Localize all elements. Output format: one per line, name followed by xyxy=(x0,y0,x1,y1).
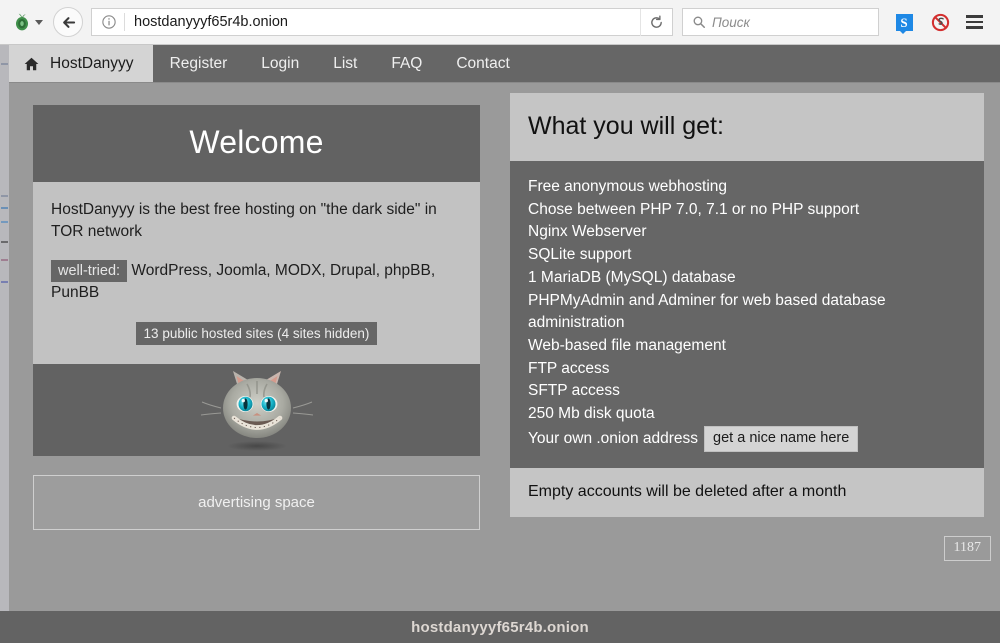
onion-address-text: Your own .onion address xyxy=(528,430,698,447)
chevron-down-icon xyxy=(35,20,43,25)
reload-button[interactable] xyxy=(640,9,672,36)
well-tried-line: well-tried: WordPress, Joomla, MODX, Dru… xyxy=(51,260,462,304)
feature-item: 250 Mb disk quota xyxy=(528,403,966,426)
tor-onion-icon xyxy=(12,12,32,32)
nav-item-home[interactable]: HostDanyyy xyxy=(9,45,153,82)
browser-toolbar: hostdanyyyf65r4b.onion Поиск S xyxy=(0,0,1000,45)
address-bar[interactable]: hostdanyyyf65r4b.onion xyxy=(91,8,673,36)
visit-counter-badge: 1187 xyxy=(944,536,991,561)
background-window-sliver xyxy=(0,45,9,643)
site-navbar: HostDanyyy Register Login List FAQ Conta… xyxy=(9,45,1000,83)
feature-item: SFTP access xyxy=(528,380,966,403)
sites-counter-wrap: 13 public hosted sites (4 sites hidden) xyxy=(51,322,462,345)
features-list: Free anonymous webhosting Chose between … xyxy=(510,161,984,468)
well-tried-badge: well-tried: xyxy=(51,260,127,282)
skype-click-to-call-icon: S xyxy=(896,14,913,31)
welcome-intro-text: HostDanyyy is the best free hosting on "… xyxy=(51,199,462,243)
feature-item: SQLite support xyxy=(528,244,966,267)
address-bar-text[interactable]: hostdanyyyf65r4b.onion xyxy=(125,14,640,30)
noscript-extension-button[interactable] xyxy=(927,7,953,37)
welcome-panel: Welcome HostDanyyy is the best free host… xyxy=(33,105,480,530)
advertising-space[interactable]: advertising space xyxy=(33,475,480,530)
site-info-icon[interactable] xyxy=(101,14,117,30)
feature-item: Chose between PHP 7.0, 7.1 or no PHP sup… xyxy=(528,199,966,222)
nav-item-faq[interactable]: FAQ xyxy=(374,45,439,82)
feature-item: PHPMyAdmin and Adminer for web based dat… xyxy=(528,290,966,335)
hamburger-menu-icon xyxy=(966,15,983,18)
hosted-sites-badge: 13 public hosted sites (4 sites hidden) xyxy=(136,322,378,345)
skype-extension-button[interactable]: S xyxy=(891,7,917,37)
nav-item-contact[interactable]: Contact xyxy=(439,45,526,82)
nav-item-list[interactable]: List xyxy=(316,45,374,82)
feature-item: FTP access xyxy=(528,358,966,381)
torbutton[interactable] xyxy=(8,12,47,32)
noscript-blocked-icon xyxy=(931,13,950,32)
reload-icon xyxy=(649,15,664,30)
feature-item: Free anonymous webhosting xyxy=(528,176,966,199)
back-arrow-icon xyxy=(61,15,76,30)
onion-address-line: Your own .onion address get a nice name h… xyxy=(528,426,966,452)
nav-brand-label: HostDanyyy xyxy=(50,55,134,73)
nav-item-register[interactable]: Register xyxy=(153,45,245,82)
features-footnote: Empty accounts will be deleted after a m… xyxy=(510,468,984,517)
get-nice-name-button[interactable]: get a nice name here xyxy=(704,426,858,452)
features-heading: What you will get: xyxy=(510,93,984,161)
features-panel: What you will get: Free anonymous webhos… xyxy=(510,93,984,517)
welcome-heading: Welcome xyxy=(33,105,480,182)
search-icon xyxy=(692,15,706,29)
footer-onion-address: hostdanyyyf65r4b.onion xyxy=(411,619,589,636)
feature-item: Web-based file management xyxy=(528,335,966,358)
feature-item: 1 MariaDB (MySQL) database xyxy=(528,267,966,290)
hamburger-menu-button[interactable] xyxy=(959,7,989,37)
home-icon xyxy=(24,57,39,71)
search-input-placeholder[interactable]: Поиск xyxy=(712,15,750,30)
site-footer: hostdanyyyf65r4b.onion xyxy=(0,611,1000,643)
page-content: Welcome HostDanyyy is the best free host… xyxy=(9,83,1000,611)
feature-item: Nginx Webserver xyxy=(528,221,966,244)
welcome-body: HostDanyyy is the best free hosting on "… xyxy=(33,182,480,364)
cheshire-cat-banner xyxy=(33,364,480,456)
search-bar[interactable]: Поиск xyxy=(682,8,879,36)
nav-item-login[interactable]: Login xyxy=(244,45,316,82)
cheshire-cat-image xyxy=(193,368,321,452)
back-button[interactable] xyxy=(53,7,83,37)
